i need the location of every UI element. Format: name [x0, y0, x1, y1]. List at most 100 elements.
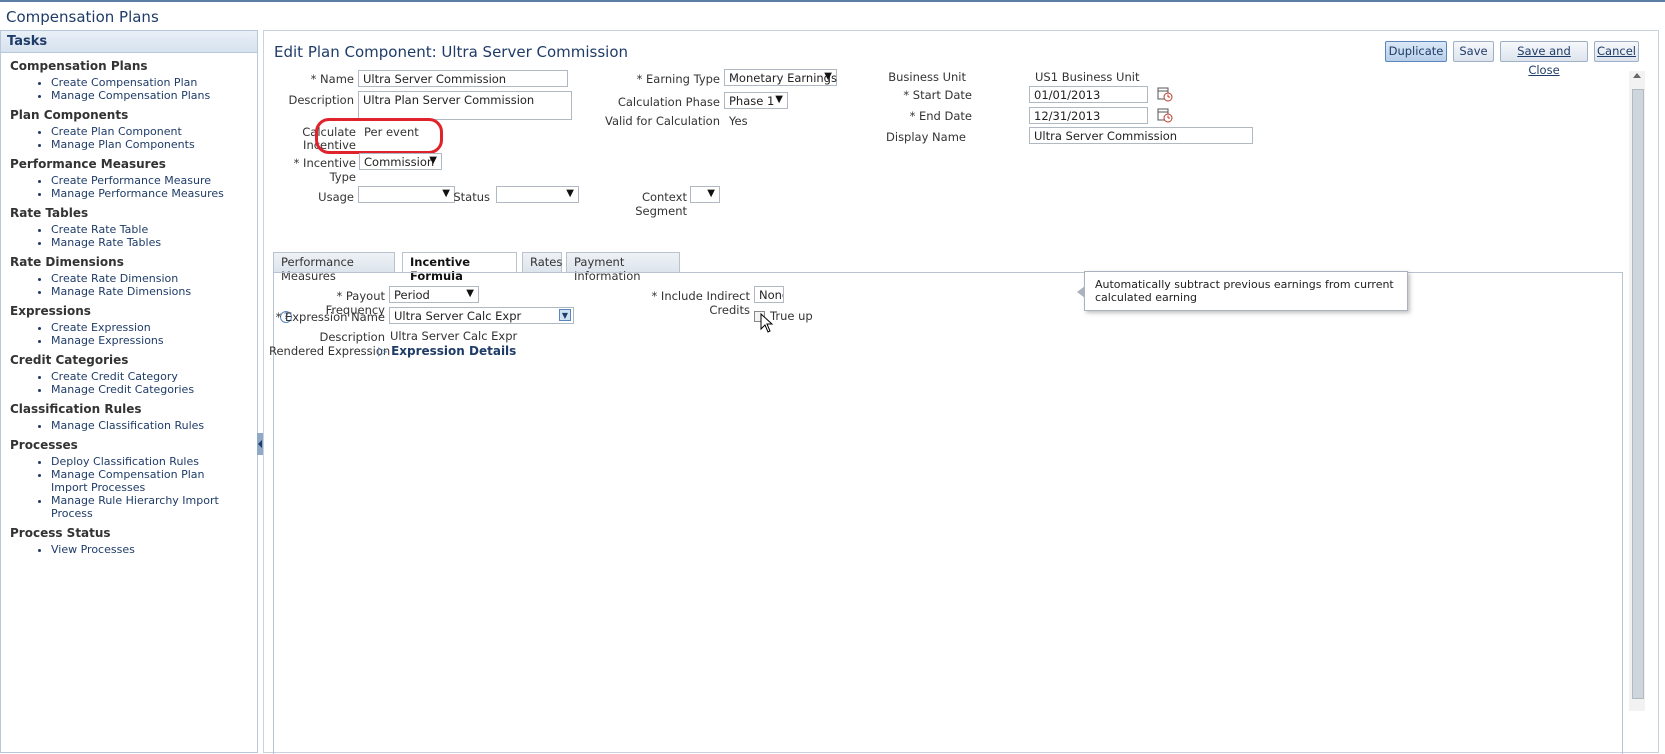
task-list: Create Rate TableManage Rate Tables [51, 223, 257, 249]
duplicate-button[interactable]: Duplicate [1385, 41, 1447, 62]
tab-incentive-formula[interactable]: Incentive Formula [402, 252, 517, 283]
save-button[interactable]: Save [1453, 41, 1494, 62]
expression-description-label: Description [319, 330, 386, 344]
task-link[interactable]: Create Rate Table [51, 223, 236, 236]
task-group: Rate Tables Create Rate TableManage Rate … [10, 206, 257, 249]
tab-rates[interactable]: Rates [522, 252, 562, 272]
mouse-cursor-icon [760, 312, 774, 336]
app-title: Compensation Plans [6, 8, 159, 26]
payout-frequency-select[interactable]: Period ▼ [389, 286, 479, 303]
display-name-input[interactable]: Ultra Server Commission [1029, 127, 1253, 144]
task-list: Create Compensation PlanManage Compensat… [51, 76, 257, 102]
incentive-type-label: * Incentive Type [293, 156, 356, 184]
tab-payment-information[interactable]: Payment Information [566, 252, 680, 283]
description-label: Description [288, 93, 355, 107]
task-list: Create Rate DimensionManage Rate Dimensi… [51, 272, 257, 298]
task-link[interactable]: Manage Rule Hierarchy Import Process [51, 494, 236, 520]
dropdown-arrow-icon: ▼ [442, 188, 450, 199]
earning-type-select[interactable]: Monetary Earnings ▼ [724, 69, 837, 86]
scrollbar-thumb[interactable] [1632, 89, 1644, 699]
context-segment-select[interactable]: ▼ [690, 186, 720, 203]
task-list: Create Credit CategoryManage Credit Cate… [51, 370, 257, 396]
dropdown-arrow-icon: ▼ [707, 188, 715, 199]
rendered-expression-label: Rendered Expression [269, 344, 391, 358]
dropdown-arrow-icon: ▼ [566, 188, 574, 199]
calculation-phase-value: Phase 1 [729, 94, 775, 108]
task-list: View Processes [51, 543, 257, 556]
incentive-type-value: Commission [364, 155, 435, 169]
expression-name-select[interactable]: Ultra Server Calc Expr ▼ [389, 307, 574, 324]
task-link[interactable]: Manage Rate Tables [51, 236, 236, 249]
true-up-tooltip: Automatically subtract previous earnings… [1077, 271, 1408, 311]
valid-for-calculation-label: Valid for Calculation [605, 114, 720, 128]
task-link[interactable]: Manage Compensation Plan Import Processe… [51, 468, 236, 494]
usage-select[interactable]: ▼ [358, 186, 455, 203]
dropdown-arrow-icon: ▼ [466, 288, 474, 299]
dropdown-arrow-icon: ▼ [429, 155, 437, 166]
task-link[interactable]: Create Compensation Plan [51, 76, 236, 89]
expression-details-link[interactable]: Expression Details [391, 344, 516, 358]
earning-type-value: Monetary Earnings [729, 71, 837, 85]
display-name-label: Display Name [886, 130, 966, 144]
include-indirect-credits-label: * Include Indirect Credits [651, 289, 750, 317]
task-link[interactable]: Create Expression [51, 321, 236, 334]
main-panel: Edit Plan Component: Ultra Server Commis… [263, 30, 1659, 754]
include-indirect-credits-select[interactable]: None [754, 286, 784, 303]
task-link[interactable]: Deploy Classification Rules [51, 455, 236, 468]
expression-name-value: Ultra Server Calc Expr [394, 309, 522, 323]
end-date-input[interactable]: 12/31/2013 [1029, 107, 1148, 124]
task-list: Create ExpressionManage Expressions [51, 321, 257, 347]
business-unit-value: US1 Business Unit [1035, 70, 1140, 84]
save-and-close-button[interactable]: Save and Close [1500, 41, 1588, 77]
task-group: Compensation Plans Create Compensation Pl… [10, 59, 257, 102]
task-link[interactable]: Manage Performance Measures [51, 187, 236, 200]
status-select[interactable]: ▼ [496, 186, 579, 203]
task-group-title: Rate Tables [10, 206, 89, 220]
task-group: Rate Dimensions Create Rate DimensionMana… [10, 255, 257, 298]
task-link[interactable]: Manage Expressions [51, 334, 236, 347]
context-segment-label: Context Segment [635, 190, 687, 218]
name-input[interactable]: Ultra Server Commission [358, 70, 568, 87]
task-group: Performance Measures Create Performance M… [10, 157, 257, 200]
expression-details-disclosure[interactable]: ▷ Expression Details [378, 344, 516, 358]
expression-name-label: * Expression Name [275, 310, 385, 324]
start-date-label: * Start Date [903, 88, 972, 102]
include-indirect-credits-value: None [759, 288, 783, 302]
usage-label: Usage [318, 190, 354, 204]
chevron-down-icon[interactable]: ▼ [559, 309, 571, 321]
task-link[interactable]: Create Performance Measure [51, 174, 236, 187]
task-link[interactable]: Create Rate Dimension [51, 272, 236, 285]
task-link[interactable]: View Processes [51, 543, 236, 556]
end-date-label: * End Date [909, 109, 972, 123]
task-list: Manage Classification Rules [51, 419, 257, 432]
task-link[interactable]: Manage Compensation Plans [51, 89, 236, 102]
chevron-right-icon: ▷ [378, 344, 388, 358]
task-link[interactable]: Manage Plan Components [51, 138, 236, 151]
task-group-title: Expressions [10, 304, 91, 318]
calculation-phase-select[interactable]: Phase 1 ▼ [724, 92, 788, 109]
task-group: ProcessesDeploy Classification RulesMana… [10, 438, 257, 520]
incentive-type-select[interactable]: Commission ▼ [359, 153, 442, 170]
task-link[interactable]: Manage Classification Rules [51, 419, 236, 432]
task-link[interactable]: Manage Credit Categories [51, 383, 236, 396]
description-textarea[interactable]: Ultra Plan Server Commission [358, 91, 572, 120]
task-group: Plan Components Create Plan ComponentMana… [10, 108, 257, 151]
task-link[interactable]: Manage Rate Dimensions [51, 285, 236, 298]
task-link[interactable]: Create Plan Component [51, 125, 236, 138]
tasks-panel: Tasks Compensation Plans Create Compensat… [0, 30, 258, 753]
red-annotation-circle [315, 118, 443, 154]
scroll-up-arrow-icon[interactable] [1633, 73, 1641, 78]
top-accent-bar [0, 0, 1665, 2]
calendar-icon[interactable] [1157, 107, 1173, 123]
task-link[interactable]: Create Credit Category [51, 370, 236, 383]
start-date-input[interactable]: 01/01/2013 [1029, 86, 1148, 103]
tab-performance-measures[interactable]: Performance Measures [273, 252, 395, 283]
cancel-button[interactable]: Cancel [1594, 41, 1639, 62]
calculation-phase-label: Calculation Phase [617, 95, 720, 109]
task-group: Expressions Create ExpressionManage Expre… [10, 304, 257, 347]
task-group-title: Performance Measures [10, 157, 166, 171]
task-group: Credit Categories Create Credit CategoryM… [10, 353, 257, 396]
earning-type-label: * Earning Type [636, 72, 720, 86]
calendar-icon[interactable] [1157, 86, 1173, 102]
payout-frequency-value: Period [394, 288, 430, 302]
